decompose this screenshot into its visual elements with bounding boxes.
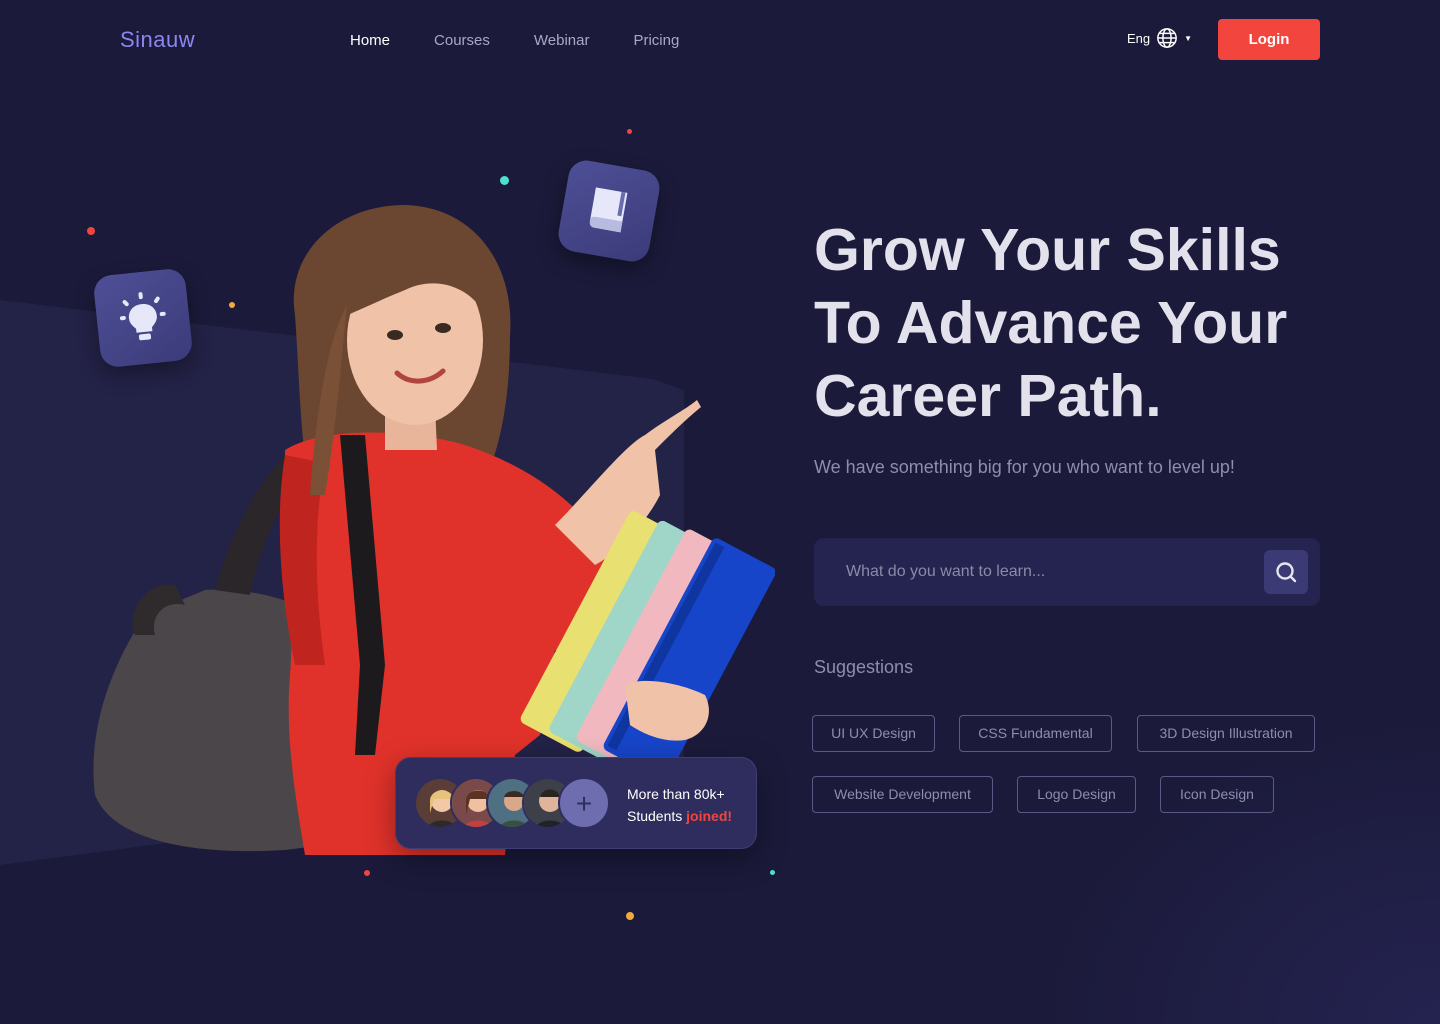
suggestion-chip-ui-ux-design[interactable]: UI UX Design (812, 715, 935, 752)
search-input[interactable] (846, 538, 1246, 606)
language-label: Eng (1127, 30, 1151, 46)
decor-dot (626, 912, 634, 920)
hero-subtitle: We have something big for you who want t… (814, 457, 1235, 477)
search-bar (814, 538, 1320, 606)
decor-dot (364, 870, 370, 876)
suggestion-chip-website-development[interactable]: Website Development (812, 776, 993, 813)
decorative-wave (1020, 704, 1440, 1024)
students-line-2: Students joined! (627, 805, 732, 827)
search-icon (1276, 562, 1297, 583)
suggestion-chip-icon-design[interactable]: Icon Design (1160, 776, 1274, 813)
nav-webinar[interactable]: Webinar (534, 32, 590, 49)
language-selector[interactable]: Eng ▼ (1127, 27, 1192, 49)
nav-pricing[interactable]: Pricing (633, 32, 679, 49)
header: Sinauw Home Courses Webinar Pricing Eng … (0, 0, 1440, 80)
globe-icon (1157, 28, 1178, 48)
chevron-down-icon: ▼ (1184, 33, 1193, 43)
suggestions-label: Suggestions (814, 657, 914, 677)
logo[interactable]: Sinauw (120, 27, 195, 53)
headline-line-1: Grow Your Skills (814, 217, 1281, 283)
decor-dot (627, 129, 632, 134)
students-count-text: More than 80k+ Students joined! (627, 783, 732, 827)
suggestion-chip-3d-design-illustration[interactable]: 3D Design Illustration (1137, 715, 1315, 752)
hero-headline: Grow Your Skills To Advance Your Career … (814, 214, 1374, 433)
headline-line-3: Career Path. (814, 363, 1162, 429)
students-line-1: More than 80k+ (627, 786, 725, 802)
plus-icon[interactable]: + (558, 777, 610, 829)
nav-courses[interactable]: Courses (434, 32, 490, 49)
students-joined-card: + More than 80k+ Students joined! (395, 757, 757, 849)
student-illustration (93, 205, 775, 855)
suggestion-chip-css-fundamental[interactable]: CSS Fundamental (959, 715, 1112, 752)
main-nav: Home Courses Webinar Pricing (350, 32, 723, 49)
decor-dot (500, 176, 509, 185)
decor-dot (770, 870, 775, 875)
headline-line-2: To Advance Your (814, 290, 1288, 356)
login-button[interactable]: Login (1218, 19, 1320, 60)
students-line-2-prefix: Students (627, 808, 687, 824)
suggestion-chip-logo-design[interactable]: Logo Design (1017, 776, 1136, 813)
search-button[interactable] (1264, 550, 1308, 594)
students-joined-highlight: joined! (686, 808, 733, 824)
nav-home[interactable]: Home (350, 32, 390, 49)
